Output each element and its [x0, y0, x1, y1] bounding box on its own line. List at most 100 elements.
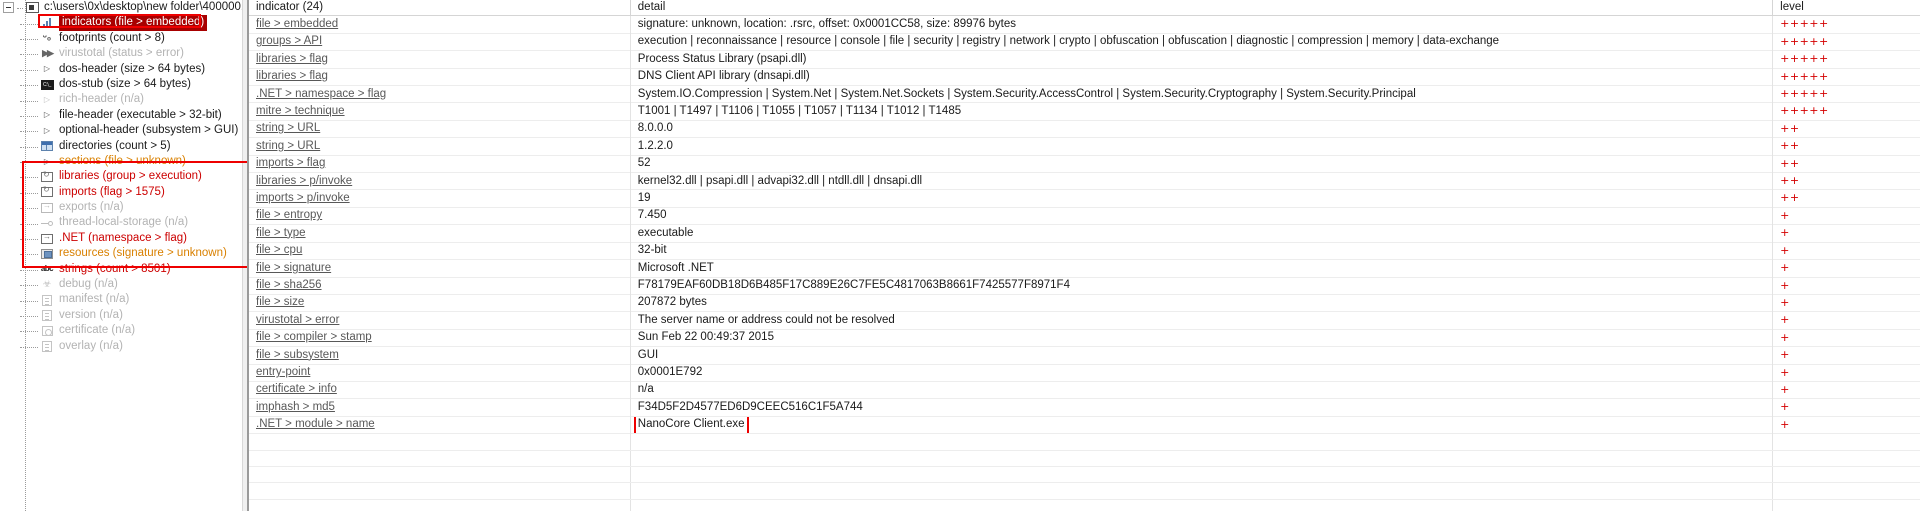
indicator-link[interactable]: libraries > flag: [256, 53, 328, 65]
table-row[interactable]: file > embedded signature: unknown, locat…: [249, 15, 1920, 34]
tree-connector: [20, 208, 38, 210]
indicator-link[interactable]: file > entropy: [256, 209, 322, 221]
indicator-link[interactable]: groups > API: [256, 35, 322, 47]
tree-item-libraries[interactable]: libraries (group > execution): [0, 169, 247, 184]
table-row[interactable]: file > type executable +: [249, 224, 1920, 243]
indicator-link[interactable]: imports > p/invoke: [256, 192, 350, 204]
table-row[interactable]: file > signature Microsoft .NET +: [249, 259, 1920, 277]
tree-item-version[interactable]: version (n/a): [0, 308, 247, 323]
detail-value: 8.0.0.0: [637, 122, 673, 135]
tree-item-directories[interactable]: directories (count > 5): [0, 139, 247, 154]
tree-root-item[interactable]: c:\users\0x\desktop\new folder\400000.da…: [0, 0, 247, 15]
tree-item-strings[interactable]: abc strings (count > 8501): [0, 262, 247, 277]
tree-item-label: version (n/a): [59, 308, 123, 321]
tree-item-sections[interactable]: ▷ sections (file > unknown): [0, 154, 247, 169]
tree-item-footprints[interactable]: ᵕ₀ footprints (count > 8): [0, 31, 247, 46]
table-row[interactable]: imports > flag 52 ++: [249, 155, 1920, 173]
detail-value: System.IO.Compression | System.Net | Sys…: [637, 87, 1416, 100]
table-row[interactable]: libraries > p/invoke kernel32.dll | psapi…: [249, 172, 1920, 190]
indicator-link[interactable]: file > cpu: [256, 244, 302, 256]
tree-item-exports[interactable]: exports (n/a): [0, 200, 247, 215]
table-row[interactable]: groups > API execution | reconnaissance |…: [249, 33, 1920, 51]
indicator-link[interactable]: .NET > module > name: [256, 418, 375, 430]
tree-item-label: resources (signature > unknown): [59, 247, 227, 260]
table-row[interactable]: certificate > info n/a +: [249, 381, 1920, 399]
indicator-link[interactable]: entry-point: [256, 366, 310, 378]
indicator-link[interactable]: string > URL: [256, 122, 320, 134]
tree-item-dos-stub[interactable]: C:\_ dos-stub (size > 64 bytes): [0, 77, 247, 92]
indicator-link[interactable]: file > type: [256, 227, 306, 239]
cell-indicator: file > size: [249, 294, 631, 312]
cell-indicator: file > cpu: [249, 242, 631, 260]
indicator-link[interactable]: mitre > technique: [256, 105, 345, 117]
tree-item-file-header[interactable]: ▷ file-header (executable > 32-bit): [0, 108, 247, 123]
tree-connector: [20, 85, 38, 87]
table-row[interactable]: string > URL 8.0.0.0 ++: [249, 120, 1920, 138]
indicators-table: indicator (24) detail level file > embed…: [249, 0, 1920, 511]
tree-item-manifest[interactable]: manifest (n/a): [0, 292, 247, 307]
tree-item-dos-header[interactable]: ▷ dos-header (size > 64 bytes): [0, 62, 247, 77]
table-row[interactable]: string > URL 1.2.2.0 ++: [249, 137, 1920, 156]
cell-level: +++++: [1772, 33, 1920, 51]
tree-scrollbar[interactable]: [242, 0, 247, 511]
indicator-link[interactable]: file > compiler > stamp: [256, 331, 372, 343]
indicator-link[interactable]: .NET > namespace > flag: [256, 88, 386, 100]
table-row[interactable]: entry-point 0x0001E792 +: [249, 364, 1920, 382]
table-row[interactable]: mitre > technique T1001 | T1497 | T1106 |…: [249, 102, 1920, 121]
indicator-link[interactable]: imports > flag: [256, 157, 325, 169]
tree-item-indicators[interactable]: indicators (file > embedded): [0, 15, 247, 31]
table-row[interactable]: imports > p/invoke 19 ++: [249, 189, 1920, 208]
table-row[interactable]: file > subsystem GUI +: [249, 346, 1920, 365]
tree-item-imports[interactable]: imports (flag > 1575): [0, 185, 247, 200]
cell-detail: F34D5F2D4577ED6D9CEEC516C1F5A744: [630, 398, 1774, 417]
indicator-link[interactable]: file > size: [256, 296, 304, 308]
table-row[interactable]: virustotal > error The server name or add…: [249, 311, 1920, 330]
indicators-table-panel[interactable]: indicator (24) detail level file > embed…: [248, 0, 1920, 511]
tree-item-virustotal[interactable]: ▶▶ virustotal (status > error): [0, 46, 247, 61]
table-row[interactable]: libraries > flag DNS Client API library (…: [249, 68, 1920, 86]
table-row[interactable]: file > entropy 7.450 +: [249, 207, 1920, 225]
table-header: indicator (24) detail level: [249, 0, 1920, 17]
tree-item-.net[interactable]: .NET (namespace > flag): [0, 231, 247, 246]
table-row[interactable]: file > compiler > stamp Sun Feb 22 00:49:…: [249, 329, 1920, 347]
table-row[interactable]: imphash > md5 F34D5F2D4577ED6D9CEEC516C1F…: [249, 398, 1920, 417]
column-header-indicator[interactable]: indicator (24): [249, 0, 631, 17]
table-row[interactable]: file > sha256 F78179EAF60DB18D6B485F17C88…: [249, 277, 1920, 295]
indicator-link[interactable]: certificate > info: [256, 383, 337, 395]
cell-empty: [630, 499, 1774, 511]
indicator-link[interactable]: file > sha256: [256, 279, 322, 291]
indicator-link[interactable]: libraries > p/invoke: [256, 175, 352, 187]
indicator-link[interactable]: file > embedded: [256, 18, 338, 30]
tree-item-resources[interactable]: resources (signature > unknown): [0, 246, 247, 261]
tree-rows[interactable]: c:\users\0x\desktop\new folder\400000.da…: [0, 0, 247, 354]
table-row[interactable]: file > cpu 32-bit +: [249, 242, 1920, 260]
column-header-level[interactable]: level: [1772, 0, 1920, 17]
tree-connector: [20, 177, 38, 179]
indicator-link[interactable]: imphash > md5: [256, 401, 335, 413]
tree-item-label: certificate (n/a): [59, 324, 136, 337]
tree-item-thread-local-storage[interactable]: thread-local-storage (n/a): [0, 215, 247, 230]
indicator-link[interactable]: string > URL: [256, 140, 320, 152]
level-badge: +: [1780, 243, 1790, 257]
tree-item-rich-header[interactable]: ▷ rich-header (n/a): [0, 92, 247, 107]
table-row[interactable]: file > size 207872 bytes +: [249, 294, 1920, 312]
indicator-link[interactable]: file > subsystem: [256, 349, 339, 361]
indicator-link[interactable]: libraries > flag: [256, 70, 328, 82]
detail-value: n/a: [637, 383, 654, 396]
object-tree-panel[interactable]: c:\users\0x\desktop\new folder\400000.da…: [0, 0, 248, 511]
indicator-link[interactable]: file > signature: [256, 262, 331, 274]
tree-item-overlay[interactable]: overlay (n/a): [0, 339, 247, 354]
cell-detail: GUI: [630, 346, 1774, 365]
column-header-detail[interactable]: detail: [630, 0, 1774, 17]
indicator-link[interactable]: virustotal > error: [256, 314, 339, 326]
level-badge: +++++: [1780, 34, 1829, 48]
table-row[interactable]: .NET > namespace > flag System.IO.Compres…: [249, 85, 1920, 103]
collapse-expander-icon[interactable]: [3, 2, 14, 14]
cell-detail: kernel32.dll | psapi.dll | advapi32.dll …: [630, 172, 1774, 190]
tree-item-optional-header[interactable]: ▷ optional-header (subsystem > GUI): [0, 123, 247, 138]
table-empty-row: [249, 482, 1920, 500]
table-row[interactable]: .NET > module > name NanoCore Client.exe +: [249, 416, 1920, 434]
tree-item-debug[interactable]: ☣ debug (n/a): [0, 277, 247, 292]
table-row[interactable]: libraries > flag Process Status Library (…: [249, 50, 1920, 69]
tree-item-certificate[interactable]: certificate (n/a): [0, 323, 247, 338]
